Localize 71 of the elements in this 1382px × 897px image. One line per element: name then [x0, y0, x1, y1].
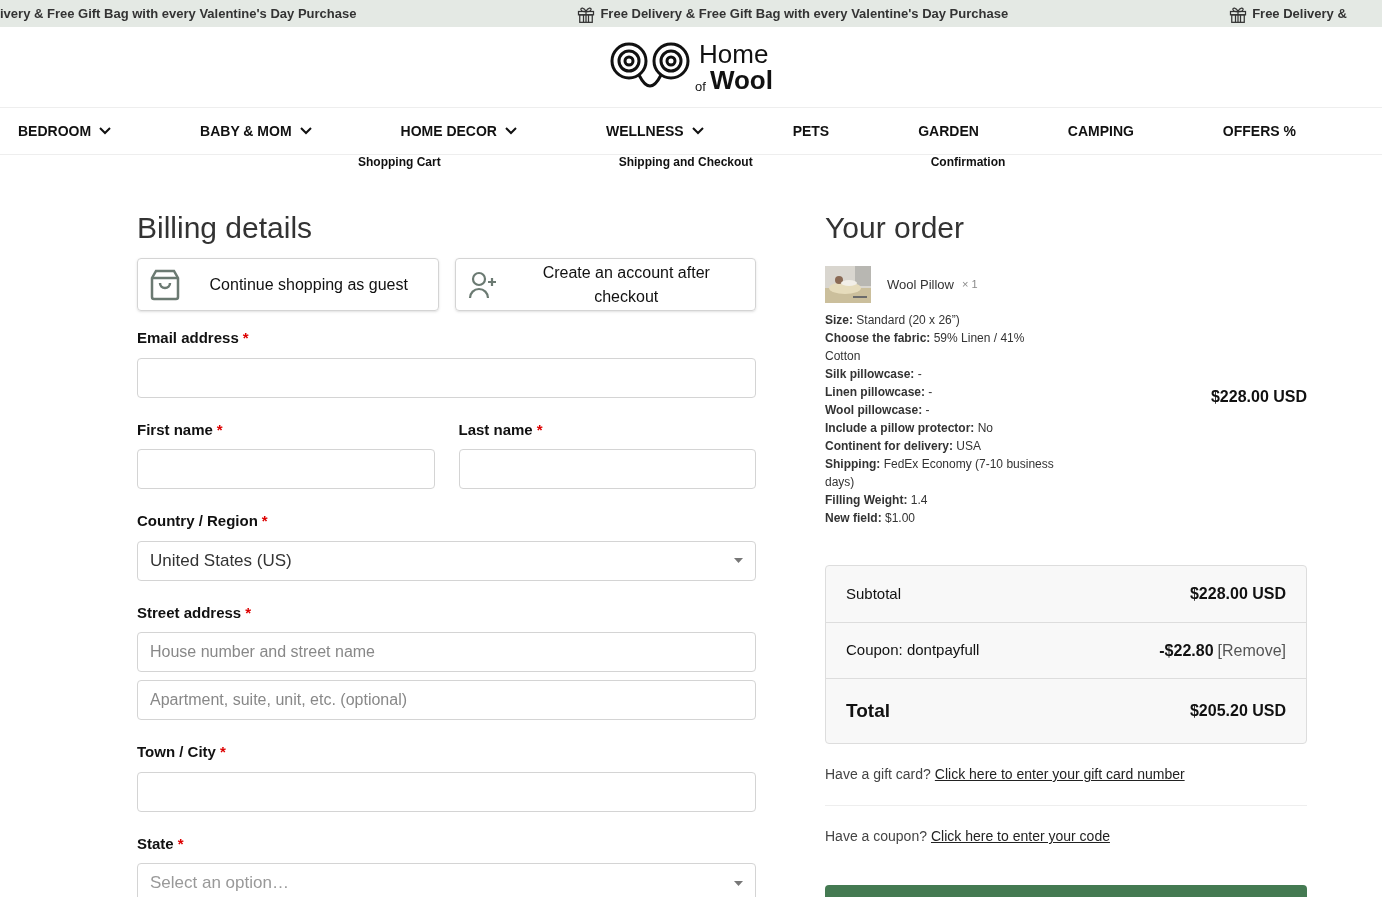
field-label: Town / City — [137, 742, 216, 762]
input-field[interactable] — [137, 449, 435, 489]
promo-text: Free Delivery & Free Gift Bag with every Valentine's Day Purchase — [600, 4, 1009, 23]
product-detail: Choose the fabric: 59% Linen / 41% Cotton — [825, 330, 1026, 365]
input-field[interactable]: House number and street name — [137, 632, 756, 672]
input-field[interactable]: Apartment, suite, unit, etc. (optional) — [137, 680, 756, 720]
field-label: Last name — [458, 419, 533, 440]
shopping-bag-icon — [150, 268, 180, 301]
input-field[interactable] — [137, 771, 756, 812]
promo-text: Free Delivery & — [1252, 4, 1347, 23]
product-price: $228.00 USD — [1210, 386, 1307, 407]
nav-item[interactable]: BABY & MOM — [200, 120, 312, 142]
product-detail: Filling Weight: 1.4 — [825, 492, 929, 509]
product-name: Wool Pillow — [887, 275, 954, 294]
account-option-button[interactable]: Create an account after checkout — [454, 258, 756, 311]
required-mark: * — [216, 419, 223, 440]
billing-title: Billing details — [137, 210, 314, 246]
product-detail: New field: $1.00 — [825, 510, 917, 527]
prompt-link[interactable]: Click here to enter your gift card number — [934, 764, 1185, 785]
product-detail: Include a pillow protector: No — [825, 420, 995, 437]
order-title: Your order — [825, 210, 965, 246]
nav-item[interactable]: WELLNESS — [605, 120, 704, 142]
required-mark: * — [245, 602, 252, 623]
totals-value: $228.00 USD — [1189, 584, 1286, 604]
account-option-button[interactable]: Continue shopping as guest — [137, 258, 439, 311]
required-mark: * — [219, 742, 226, 762]
promo-text: ivery & Free Gift Bag with every Valentine's Day Purchase — [0, 4, 357, 23]
checkout-step: Shipping and Checkout — [618, 153, 753, 171]
select-field[interactable]: United States (US) — [137, 540, 756, 581]
dropdown-arrow-icon — [734, 880, 743, 886]
logo[interactable]: Home of Wool — [609, 39, 773, 95]
product-detail: Linen pillowcase: - — [825, 384, 934, 401]
prompt-text: Have a gift card? — [825, 765, 931, 784]
checkout-step: Confirmation — [930, 153, 1006, 171]
nav-item[interactable]: GARDEN — [918, 120, 979, 142]
field-label: Street address — [137, 602, 242, 623]
totals-value: $205.20 USD — [1189, 701, 1286, 721]
add-user-icon — [467, 270, 498, 299]
nav-item[interactable]: OFFERS % — [1222, 120, 1296, 142]
nav-item[interactable]: HOME DECOR — [400, 120, 517, 142]
logo-text: Home — [699, 41, 770, 67]
input-field[interactable] — [137, 357, 756, 398]
logo-text: of — [695, 80, 706, 93]
remove-coupon-link[interactable]: [Remove] — [1217, 638, 1286, 663]
nav-item[interactable]: PETS — [792, 120, 830, 142]
prompt-text: Have a coupon? — [825, 827, 927, 846]
product-detail: Shipping: FedEx Economy (7-10 business days) — [825, 456, 1055, 491]
product-detail: Silk pillowcase: - — [825, 366, 923, 383]
totals-value: -$22.80 — [1159, 640, 1214, 661]
totals-label: Coupon: dontpayfull — [846, 640, 980, 661]
required-mark: * — [177, 833, 184, 854]
totals-label: Total — [846, 698, 890, 723]
required-mark: * — [242, 328, 249, 348]
product-quantity: × 1 — [961, 277, 978, 293]
input-field[interactable] — [458, 449, 756, 489]
checkout-step: Shopping Cart — [358, 153, 441, 171]
product-detail: Size: Standard (20 x 26”) — [825, 312, 961, 329]
product-detail: Wool pillowcase: - — [825, 402, 931, 419]
field-label: First name — [137, 419, 213, 440]
field-label: State — [137, 833, 174, 854]
field-label: Email address — [137, 328, 239, 348]
required-mark: * — [536, 419, 543, 440]
logo-text: Wool — [709, 67, 773, 93]
totals-label: Subtotal — [846, 583, 902, 604]
product-detail: Continent for delivery: USA — [825, 438, 983, 455]
nav-item[interactable]: BEDROOM — [18, 120, 112, 142]
field-label: Country / Region — [137, 511, 258, 531]
dropdown-arrow-icon — [734, 558, 743, 563]
prompt-link[interactable]: Click here to enter your code — [930, 826, 1110, 847]
required-mark: * — [261, 511, 268, 531]
nav-item[interactable]: CAMPING — [1067, 120, 1134, 142]
